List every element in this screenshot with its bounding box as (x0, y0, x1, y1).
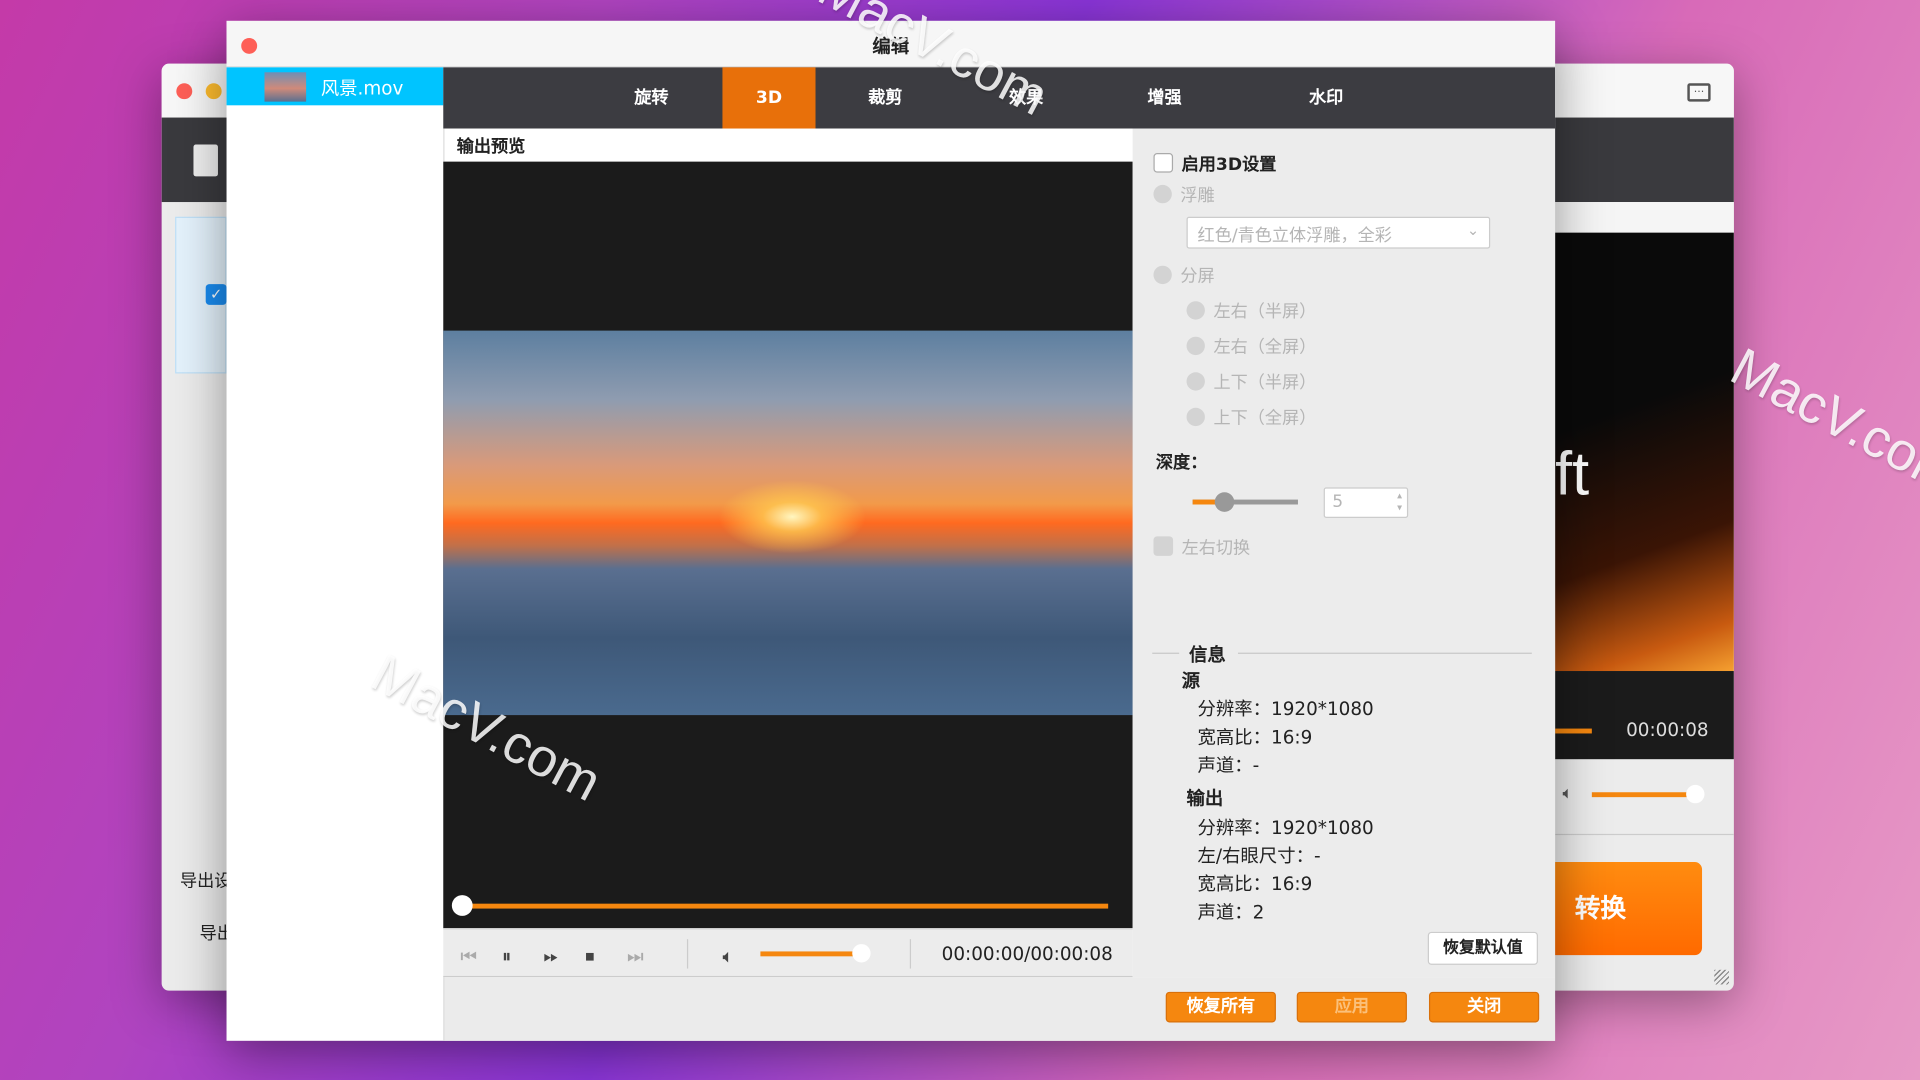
preview-label: 输出预览 (456, 137, 526, 157)
volume-handle[interactable] (852, 944, 871, 963)
enable-3d-checkbox[interactable] (1153, 153, 1174, 173)
minimize-window-button[interactable] (205, 83, 222, 100)
split-option-radio[interactable] (1186, 372, 1205, 391)
settings-panel: 启用3D设置 浮雕 红色/青色立体浮雕，全彩 ⌄ 分屏 左右（半屏） 左右（全屏… (1132, 128, 1556, 978)
convert-button[interactable]: 转换 (1542, 862, 1703, 956)
stop-icon[interactable]: ⏹︎ (585, 945, 594, 967)
time-display: 00:00:00/00:00:08 (941, 942, 1113, 965)
reset-all-button[interactable]: 恢复所有 (1165, 991, 1276, 1023)
split-option-label: 左右（全屏） (1213, 337, 1317, 358)
main-preview: ft (1555, 232, 1734, 672)
depth-value: 5 (1332, 492, 1344, 512)
edit-dialog: 编辑 风景.mov 旋转 3D 裁剪 效果 增强 水印 输出预览 ⏮︎ ⏸︎ ⏩… (226, 20, 1556, 1041)
split-radio[interactable] (1153, 265, 1172, 285)
player-controls: ⏮︎ ⏸︎ ⏩︎ ⏹︎ ⏭︎ 🔈︎ 00:00:00/00:00:08 (443, 928, 1133, 978)
info-value: 1920*1080 (1271, 816, 1374, 839)
export-settings-label: 导出设 (180, 871, 232, 892)
info-value: 2 (1252, 901, 1265, 924)
add-file-icon[interactable] (193, 144, 218, 177)
volume-icon[interactable]: 🔈︎ (1562, 784, 1572, 804)
anaglyph-label: 浮雕 (1180, 186, 1215, 206)
video-thumbnail (264, 72, 307, 102)
info-value: 16:9 (1271, 873, 1313, 896)
info-key: 声道： (1197, 901, 1253, 924)
tab-rotate[interactable]: 旋转 (605, 67, 698, 128)
info-key: 声道： (1197, 754, 1253, 777)
depth-slider-handle[interactable] (1214, 492, 1235, 512)
close-window-button[interactable] (176, 83, 193, 100)
volume-slider[interactable] (760, 951, 859, 957)
chat-icon[interactable]: ... (1687, 83, 1711, 102)
file-name: 风景.mov (320, 77, 404, 100)
info-key: 宽高比： (1197, 873, 1272, 896)
info-key: 宽高比： (1197, 726, 1272, 749)
split-label: 分屏 (1180, 266, 1215, 287)
resize-grip[interactable] (1714, 969, 1729, 985)
swap-checkbox[interactable] (1153, 536, 1174, 556)
enable-3d-label: 启用3D设置 (1181, 155, 1277, 176)
split-option-radio[interactable] (1186, 301, 1205, 320)
close-button[interactable]: 关闭 (1428, 991, 1540, 1023)
info-key: 分辨率： (1197, 697, 1272, 721)
file-list-item[interactable]: 风景.mov (226, 67, 444, 106)
split-option-label: 上下（半屏） (1213, 373, 1317, 394)
source-label: 源 (1181, 669, 1201, 692)
skip-end-icon[interactable]: ⏭︎ (627, 945, 644, 967)
info-value: 1920*1080 (1271, 697, 1374, 721)
chevron-down-icon: ⌄ (1466, 221, 1480, 239)
reset-default-button[interactable]: 恢复默认值 (1427, 931, 1538, 965)
anaglyph-select[interactable]: 红色/青色立体浮雕，全彩 ⌄ (1186, 216, 1491, 249)
video-preview (443, 161, 1133, 929)
tab-watermark[interactable]: 水印 (1280, 67, 1373, 128)
output-label: 输出 (1186, 787, 1224, 810)
info-title: 信息 (1188, 644, 1226, 667)
tab-enhance[interactable]: 增强 (1118, 67, 1211, 128)
seek-bar[interactable] (462, 903, 1109, 909)
main-time: 00:00:08 (1626, 718, 1709, 741)
tab-crop[interactable]: 裁剪 (839, 67, 932, 128)
pause-icon[interactable]: ⏸︎ (502, 945, 511, 967)
split-option-label: 左右（半屏） (1213, 302, 1317, 323)
anaglyph-radio[interactable] (1153, 184, 1172, 204)
preview-text: ft (1555, 439, 1590, 509)
dialog-footer: 恢复所有 应用 关闭 (443, 977, 1556, 1041)
split-option-label: 上下（全屏） (1213, 408, 1317, 429)
watermark: MacV.com (1721, 336, 1920, 507)
tab-3d[interactable]: 3D (722, 67, 816, 129)
sunset-video-frame (443, 330, 1133, 716)
depth-label: 深度： (1155, 453, 1208, 473)
stepper-arrows-icon[interactable]: ▴ ▾ (1397, 490, 1402, 514)
seek-handle[interactable] (451, 895, 473, 916)
volume-icon[interactable]: 🔈︎ (722, 945, 733, 967)
fast-forward-icon[interactable]: ⏩︎ (544, 945, 559, 967)
info-key: 分辨率： (1197, 816, 1272, 839)
depth-stepper[interactable]: 5 ▴ ▾ (1323, 487, 1409, 518)
swap-label: 左右切换 (1181, 538, 1251, 559)
main-progress-bar[interactable] (1555, 728, 1592, 734)
info-value: - (1252, 754, 1260, 777)
split-option-radio[interactable] (1186, 336, 1205, 356)
skip-start-icon[interactable]: ⏮︎ (460, 945, 477, 967)
info-value: - (1313, 844, 1321, 867)
main-volume-slider[interactable] (1591, 792, 1696, 798)
info-value: 16:9 (1271, 726, 1313, 749)
info-key: 左/右眼尺寸： (1197, 844, 1314, 867)
anaglyph-select-value: 红色/青色立体浮雕，全彩 (1197, 226, 1392, 247)
split-option-radio[interactable] (1186, 407, 1205, 427)
checkbox-checked-icon[interactable]: ✓ (205, 284, 227, 305)
apply-button[interactable]: 应用 (1296, 991, 1407, 1023)
